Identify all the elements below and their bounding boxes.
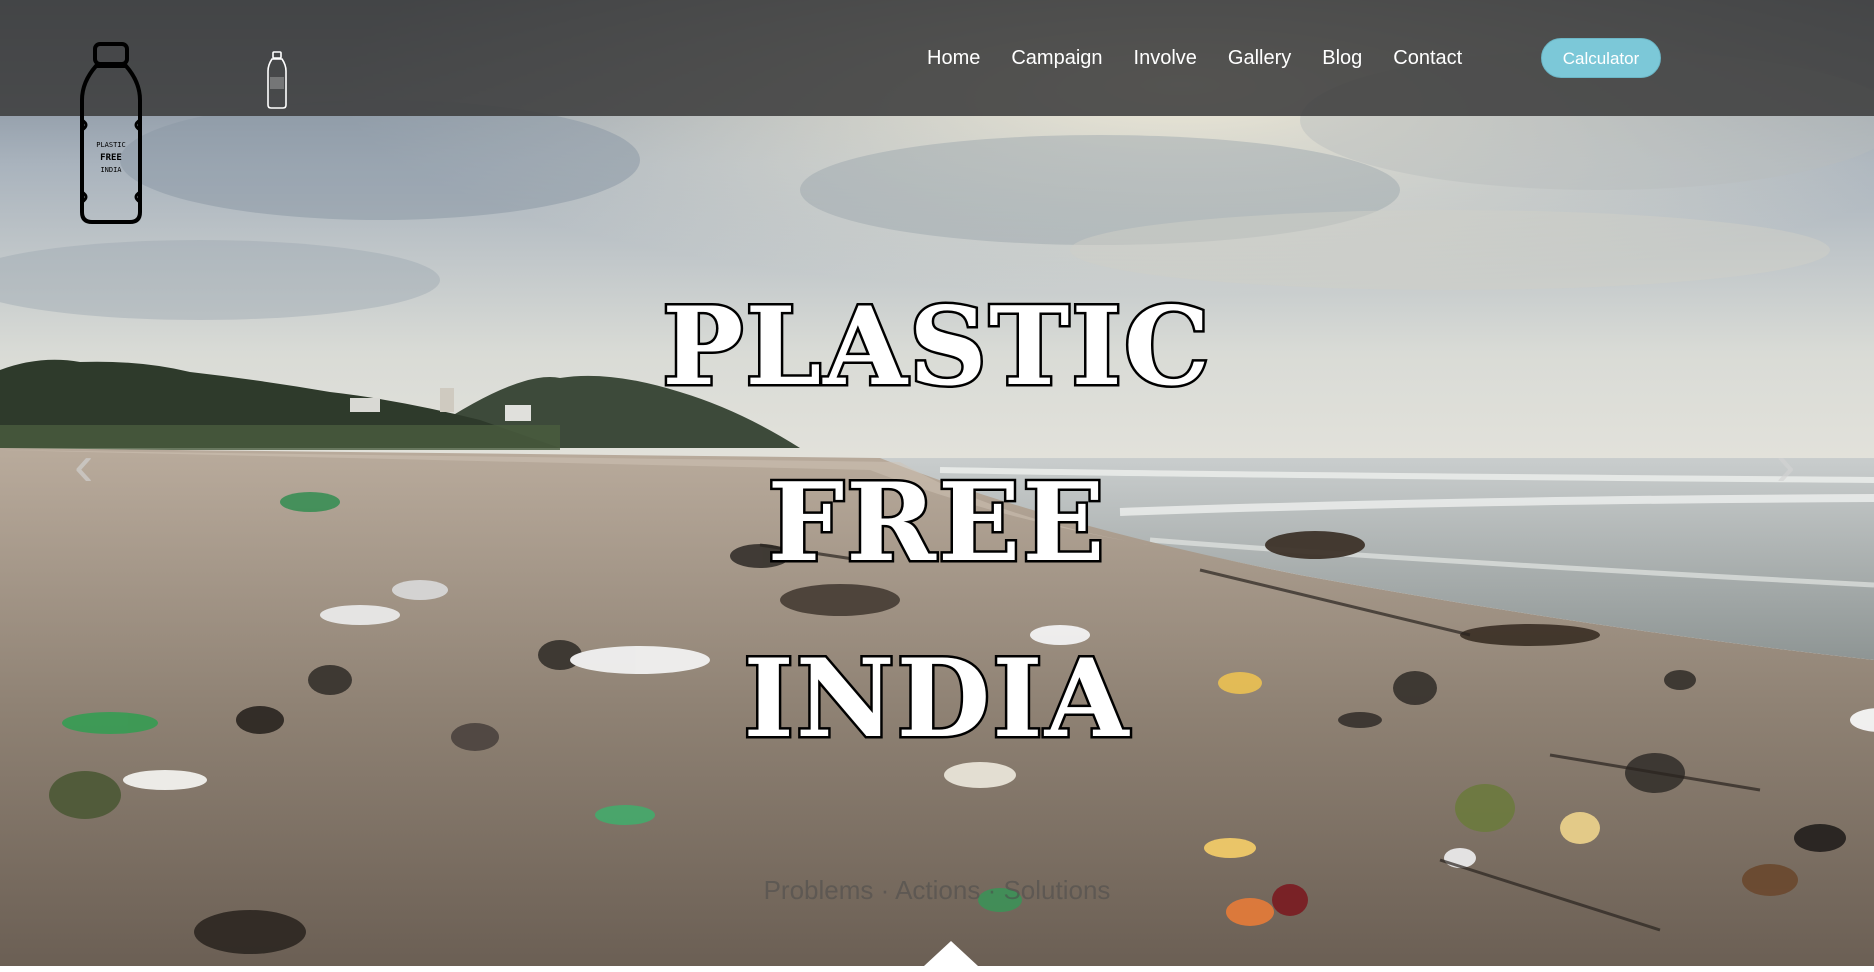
bottle-icon[interactable]: [266, 51, 288, 109]
logo-text-line-3: INDIA: [100, 166, 122, 174]
top-navbar: Home Campaign Involve Gallery Blog Conta…: [0, 0, 1874, 116]
main-nav: Home Campaign Involve Gallery Blog Conta…: [927, 44, 1462, 72]
hero-title-line-2: FREE: [765, 460, 1107, 586]
chevron-right-icon[interactable]: ›: [1776, 437, 1795, 495]
nav-link-gallery[interactable]: Gallery: [1228, 44, 1291, 72]
nav-link-contact[interactable]: Contact: [1393, 44, 1462, 72]
hero-title-line-1: PLASTIC: [660, 284, 1213, 410]
hero-carousel: PLASTIC FREE INDIA ‹ › Problems · Action…: [0, 0, 1874, 966]
hero-title-3: INDIA: [0, 636, 1874, 762]
hero-title-line-3: INDIA: [741, 636, 1131, 762]
nav-link-involve[interactable]: Involve: [1134, 44, 1197, 72]
logo-text-line-2: FREE: [100, 153, 122, 163]
section-notch: [924, 941, 978, 966]
nav-link-campaign[interactable]: Campaign: [1011, 44, 1102, 72]
nav-link-home[interactable]: Home: [927, 44, 980, 72]
nav-link-blog[interactable]: Blog: [1322, 44, 1362, 72]
hero-title-2: FREE: [0, 460, 1874, 586]
bottle-logo-icon[interactable]: PLASTIC FREE INDIA: [78, 42, 144, 226]
chevron-left-icon[interactable]: ‹: [74, 437, 93, 495]
hero-title: PLASTIC: [0, 284, 1874, 410]
hero-faded-caption: Problems · Actions · Solutions: [763, 875, 1111, 905]
calculator-button[interactable]: Calculator: [1541, 38, 1661, 78]
logo-text-line-1: PLASTIC: [96, 141, 126, 149]
